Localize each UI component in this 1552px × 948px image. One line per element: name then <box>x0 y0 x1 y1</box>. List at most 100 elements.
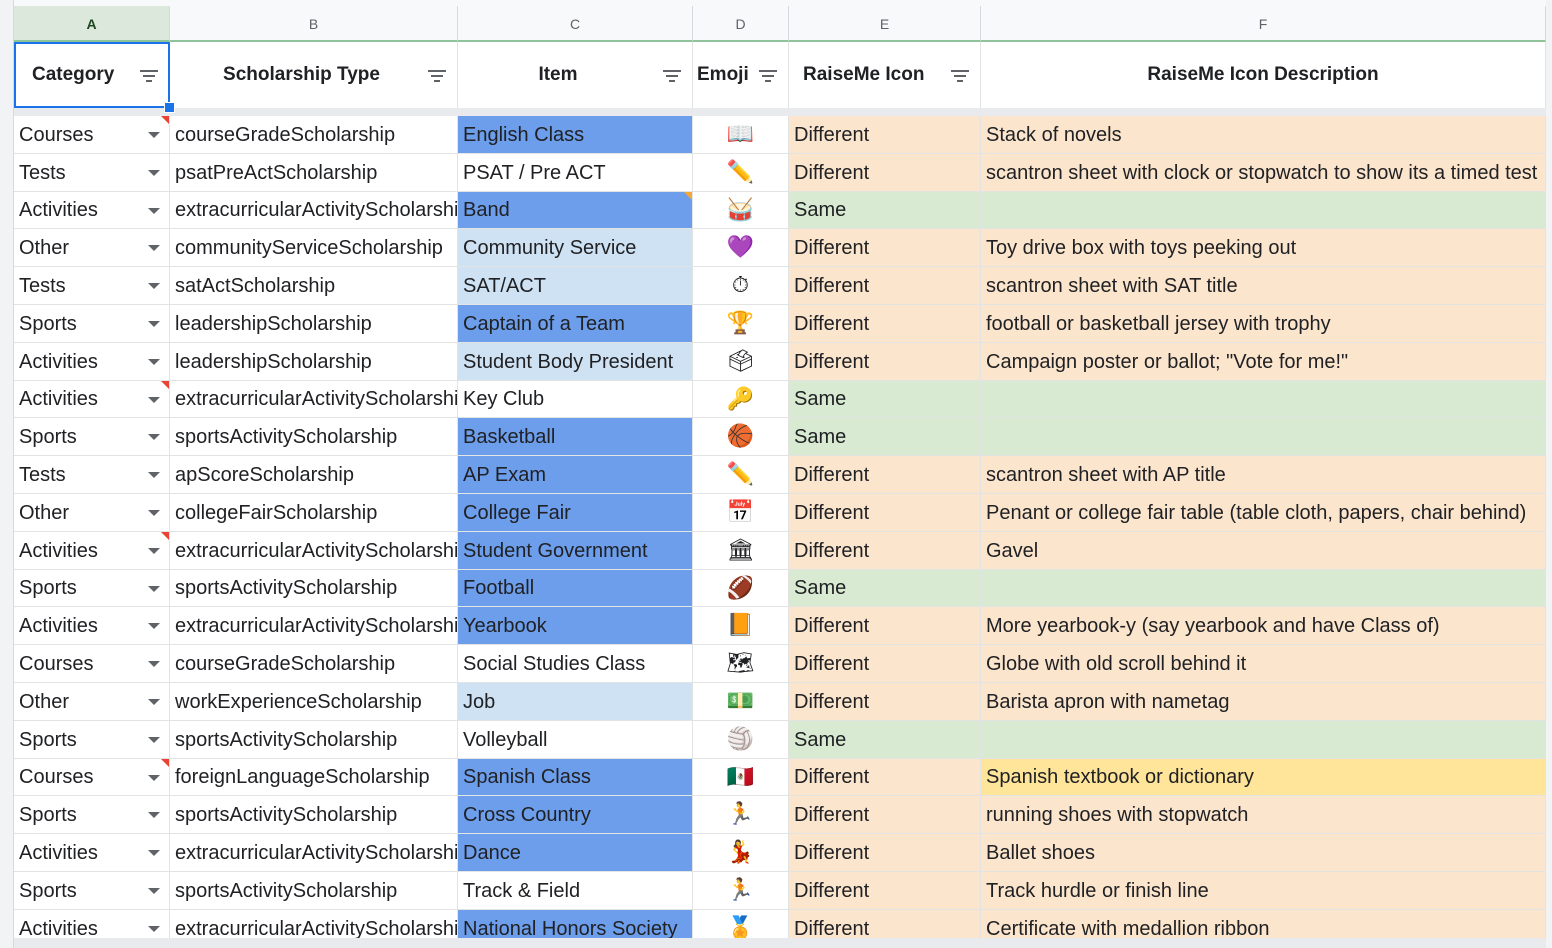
dropdown-chevron-icon[interactable] <box>148 283 160 289</box>
dropdown-chevron-icon[interactable] <box>148 434 160 440</box>
cell-emoji[interactable]: 💵 <box>693 683 789 721</box>
cell-item[interactable]: Student Body President <box>458 343 693 381</box>
cell-raiseme-icon[interactable]: Different <box>789 305 981 343</box>
cell-emoji[interactable]: 🇲🇽 <box>693 759 789 796</box>
cell-item[interactable]: Captain of a Team <box>458 305 693 343</box>
cell-scholarship-type[interactable]: courseGradeScholarship <box>170 645 458 683</box>
cell-raiseme-description[interactable]: scantron sheet with clock or stopwatch t… <box>981 154 1546 192</box>
cell-emoji[interactable]: ✏️ <box>693 154 789 192</box>
cell-item[interactable]: PSAT / Pre ACT <box>458 154 693 192</box>
cell-scholarship-type[interactable]: sportsActivityScholarship <box>170 418 458 456</box>
dropdown-chevron-icon[interactable] <box>148 850 160 856</box>
cell-item[interactable]: AP Exam <box>458 456 693 494</box>
cell-category[interactable]: Sports <box>14 872 170 910</box>
cell-category[interactable]: Tests <box>14 154 170 192</box>
cell-category[interactable]: Courses <box>14 116 170 154</box>
cell-raiseme-icon[interactable]: Different <box>789 116 981 154</box>
cell-raiseme-description[interactable] <box>981 192 1546 229</box>
cell-item[interactable]: College Fair <box>458 494 693 532</box>
cell-emoji[interactable]: 🏛 <box>693 532 789 570</box>
cell-raiseme-icon[interactable]: Same <box>789 192 981 229</box>
cell-category[interactable]: Activities <box>14 532 170 570</box>
cell-scholarship-type[interactable]: collegeFairScholarship <box>170 494 458 532</box>
cell-category[interactable]: Sports <box>14 418 170 456</box>
cell-category[interactable]: Tests <box>14 267 170 305</box>
dropdown-chevron-icon[interactable] <box>148 623 160 629</box>
filter-icon[interactable] <box>428 70 446 82</box>
cell-category[interactable]: Sports <box>14 721 170 759</box>
cell-item[interactable]: Basketball <box>458 418 693 456</box>
cell-emoji[interactable]: 📅 <box>693 494 789 532</box>
cell-emoji[interactable]: ✏️ <box>693 456 789 494</box>
comment-indicator-icon[interactable] <box>161 532 169 540</box>
cell-item[interactable]: Cross Country <box>458 796 693 834</box>
cell-raiseme-description[interactable]: Spanish textbook or dictionary <box>981 759 1546 796</box>
cell-item[interactable]: Band <box>458 192 693 229</box>
dropdown-chevron-icon[interactable] <box>148 510 160 516</box>
cell-item[interactable]: Community Service <box>458 229 693 267</box>
cell-category[interactable]: Activities <box>14 381 170 418</box>
cell-category[interactable]: Sports <box>14 796 170 834</box>
comment-indicator-icon[interactable] <box>684 192 692 200</box>
column-header-e[interactable]: E <box>789 6 981 42</box>
header-item[interactable]: Item <box>458 42 693 108</box>
cell-raiseme-description[interactable]: Globe with old scroll behind it <box>981 645 1546 683</box>
cell-raiseme-icon[interactable]: Same <box>789 570 981 607</box>
cell-raiseme-description[interactable] <box>981 418 1546 456</box>
dropdown-chevron-icon[interactable] <box>148 888 160 894</box>
dropdown-chevron-icon[interactable] <box>148 132 160 138</box>
dropdown-chevron-icon[interactable] <box>148 774 160 781</box>
comment-indicator-icon[interactable] <box>161 116 169 124</box>
cell-category[interactable]: Tests <box>14 456 170 494</box>
cell-item[interactable]: Volleyball <box>458 721 693 759</box>
cell-scholarship-type[interactable]: sportsActivityScholarship <box>170 721 458 759</box>
cell-raiseme-description[interactable]: Penant or college fair table (table clot… <box>981 494 1546 532</box>
dropdown-chevron-icon[interactable] <box>148 812 160 818</box>
cell-emoji[interactable]: 🏃 <box>693 796 789 834</box>
comment-indicator-icon[interactable] <box>161 381 169 389</box>
header-raiseme-icon-description[interactable]: RaiseMe Icon Description <box>981 42 1546 108</box>
filter-icon[interactable] <box>663 70 681 82</box>
cell-raiseme-description[interactable]: Campaign poster or ballot; "Vote for me!… <box>981 343 1546 381</box>
cell-raiseme-icon[interactable]: Same <box>789 721 981 759</box>
cell-emoji[interactable]: 🗺 <box>693 645 789 683</box>
dropdown-chevron-icon[interactable] <box>148 207 160 214</box>
dropdown-chevron-icon[interactable] <box>148 548 160 554</box>
cell-raiseme-description[interactable]: Track hurdle or finish line <box>981 872 1546 910</box>
cell-emoji[interactable]: 🏆 <box>693 305 789 343</box>
cell-raiseme-description[interactable]: Ballet shoes <box>981 834 1546 872</box>
cell-raiseme-description[interactable]: scantron sheet with AP title <box>981 456 1546 494</box>
cell-category[interactable]: Courses <box>14 645 170 683</box>
cell-item[interactable]: Spanish Class <box>458 759 693 796</box>
cell-raiseme-description[interactable]: scantron sheet with SAT title <box>981 267 1546 305</box>
cell-scholarship-type[interactable]: communityServiceScholarship <box>170 229 458 267</box>
cell-category[interactable]: Other <box>14 494 170 532</box>
cell-scholarship-type[interactable]: workExperienceScholarship <box>170 683 458 721</box>
cell-category[interactable]: Activities <box>14 607 170 645</box>
cell-emoji[interactable]: 🏃 <box>693 872 789 910</box>
cell-category[interactable]: Activities <box>14 192 170 229</box>
cell-raiseme-icon[interactable]: Different <box>789 532 981 570</box>
dropdown-chevron-icon[interactable] <box>148 472 160 478</box>
cell-emoji[interactable]: 🗳 <box>693 343 789 381</box>
cell-raiseme-icon[interactable]: Different <box>789 154 981 192</box>
header-emoji[interactable]: Emoji <box>693 42 789 108</box>
dropdown-chevron-icon[interactable] <box>148 699 160 705</box>
cell-raiseme-icon[interactable]: Different <box>789 267 981 305</box>
dropdown-chevron-icon[interactable] <box>148 926 160 932</box>
cell-raiseme-description[interactable]: Stack of novels <box>981 116 1546 154</box>
frozen-row-divider[interactable] <box>14 108 1548 116</box>
cell-raiseme-description[interactable] <box>981 570 1546 607</box>
cell-raiseme-icon[interactable]: Different <box>789 834 981 872</box>
header-raiseme-icon[interactable]: RaiseMe Icon <box>789 42 981 108</box>
cell-category[interactable]: Sports <box>14 570 170 607</box>
cell-scholarship-type[interactable]: leadershipScholarship <box>170 343 458 381</box>
cell-scholarship-type[interactable]: leadershipScholarship <box>170 305 458 343</box>
cell-scholarship-type[interactable]: extracurricularActivityScholarship <box>170 192 458 229</box>
filter-icon[interactable] <box>759 70 777 82</box>
cell-raiseme-description[interactable] <box>981 381 1546 418</box>
cell-raiseme-icon[interactable]: Different <box>789 796 981 834</box>
cell-raiseme-description[interactable] <box>981 721 1546 759</box>
dropdown-chevron-icon[interactable] <box>148 321 160 327</box>
cell-scholarship-type[interactable]: sportsActivityScholarship <box>170 570 458 607</box>
